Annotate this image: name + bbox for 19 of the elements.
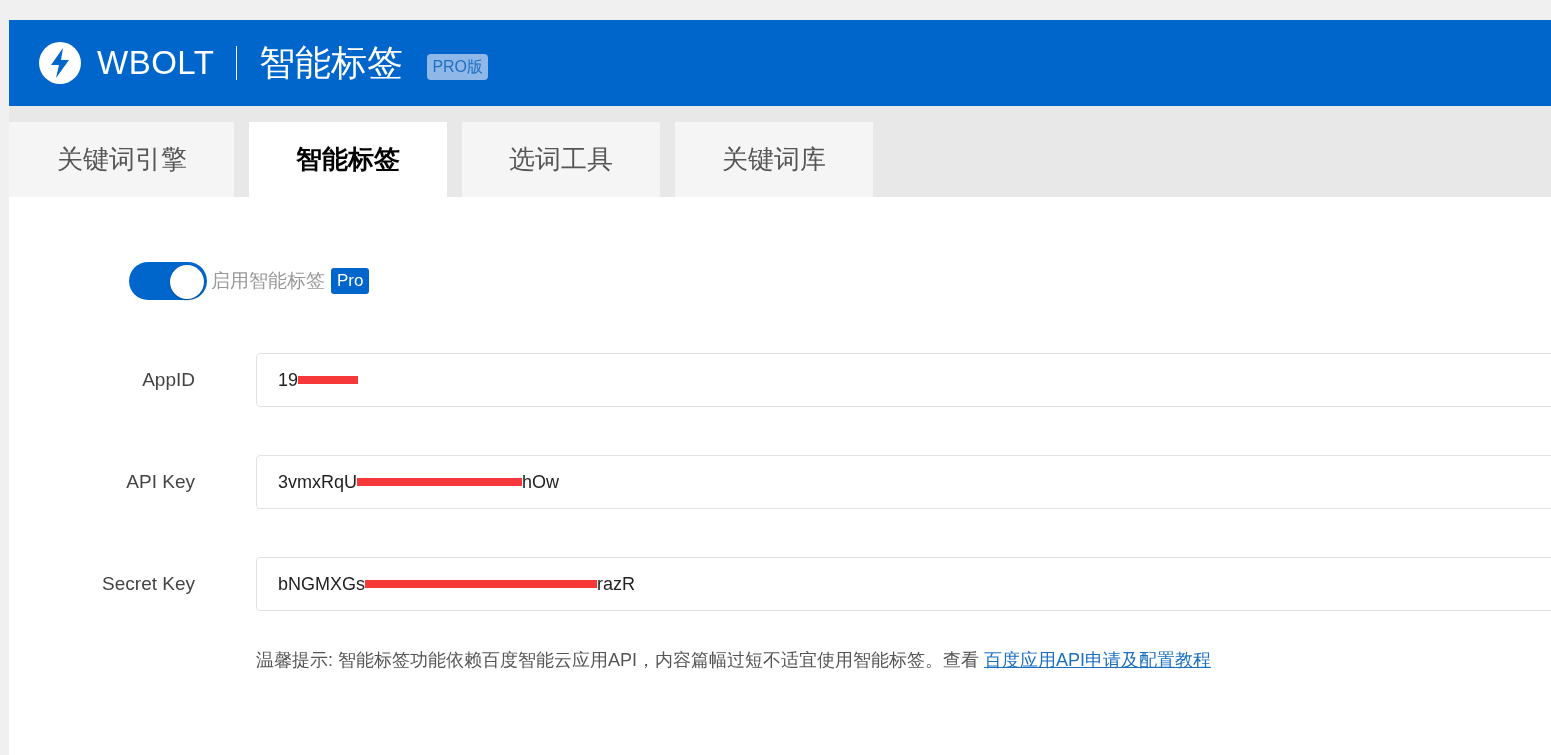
pro-badge: Pro — [331, 268, 370, 294]
input-field[interactable]: 3vmxRqU hOw — [256, 455, 1551, 509]
toggle-label: 启用智能标签 — [211, 268, 325, 293]
field-label: Secret Key — [101, 571, 195, 596]
input-field[interactable]: bNGMXGs razR — [256, 557, 1551, 611]
toggle-switch[interactable] — [129, 262, 207, 300]
tutorial-link[interactable]: 百度应用API申请及配置教程 — [984, 650, 1212, 670]
bolt-logo-icon — [39, 42, 81, 84]
tab[interactable]: 智能标签 — [249, 122, 447, 197]
edition-badge: PRO版 — [427, 54, 489, 80]
tab[interactable]: 关键词库 — [675, 122, 873, 197]
page-title: 智能标签 — [259, 41, 404, 85]
field-label: API Key — [125, 469, 195, 494]
input-field[interactable]: 19 — [256, 353, 1551, 407]
tab[interactable]: 选词工具 — [462, 122, 660, 197]
field-label: AppID — [141, 367, 195, 392]
hint-text: 温馨提示: 智能标签功能依赖百度智能云应用API，内容篇幅过短不适宜使用智能标签。查看 百度应用API申请及配置教程 — [255, 649, 1213, 672]
tab[interactable]: 关键词引擎 — [9, 122, 234, 197]
brand-name: WBOLT — [97, 43, 215, 84]
